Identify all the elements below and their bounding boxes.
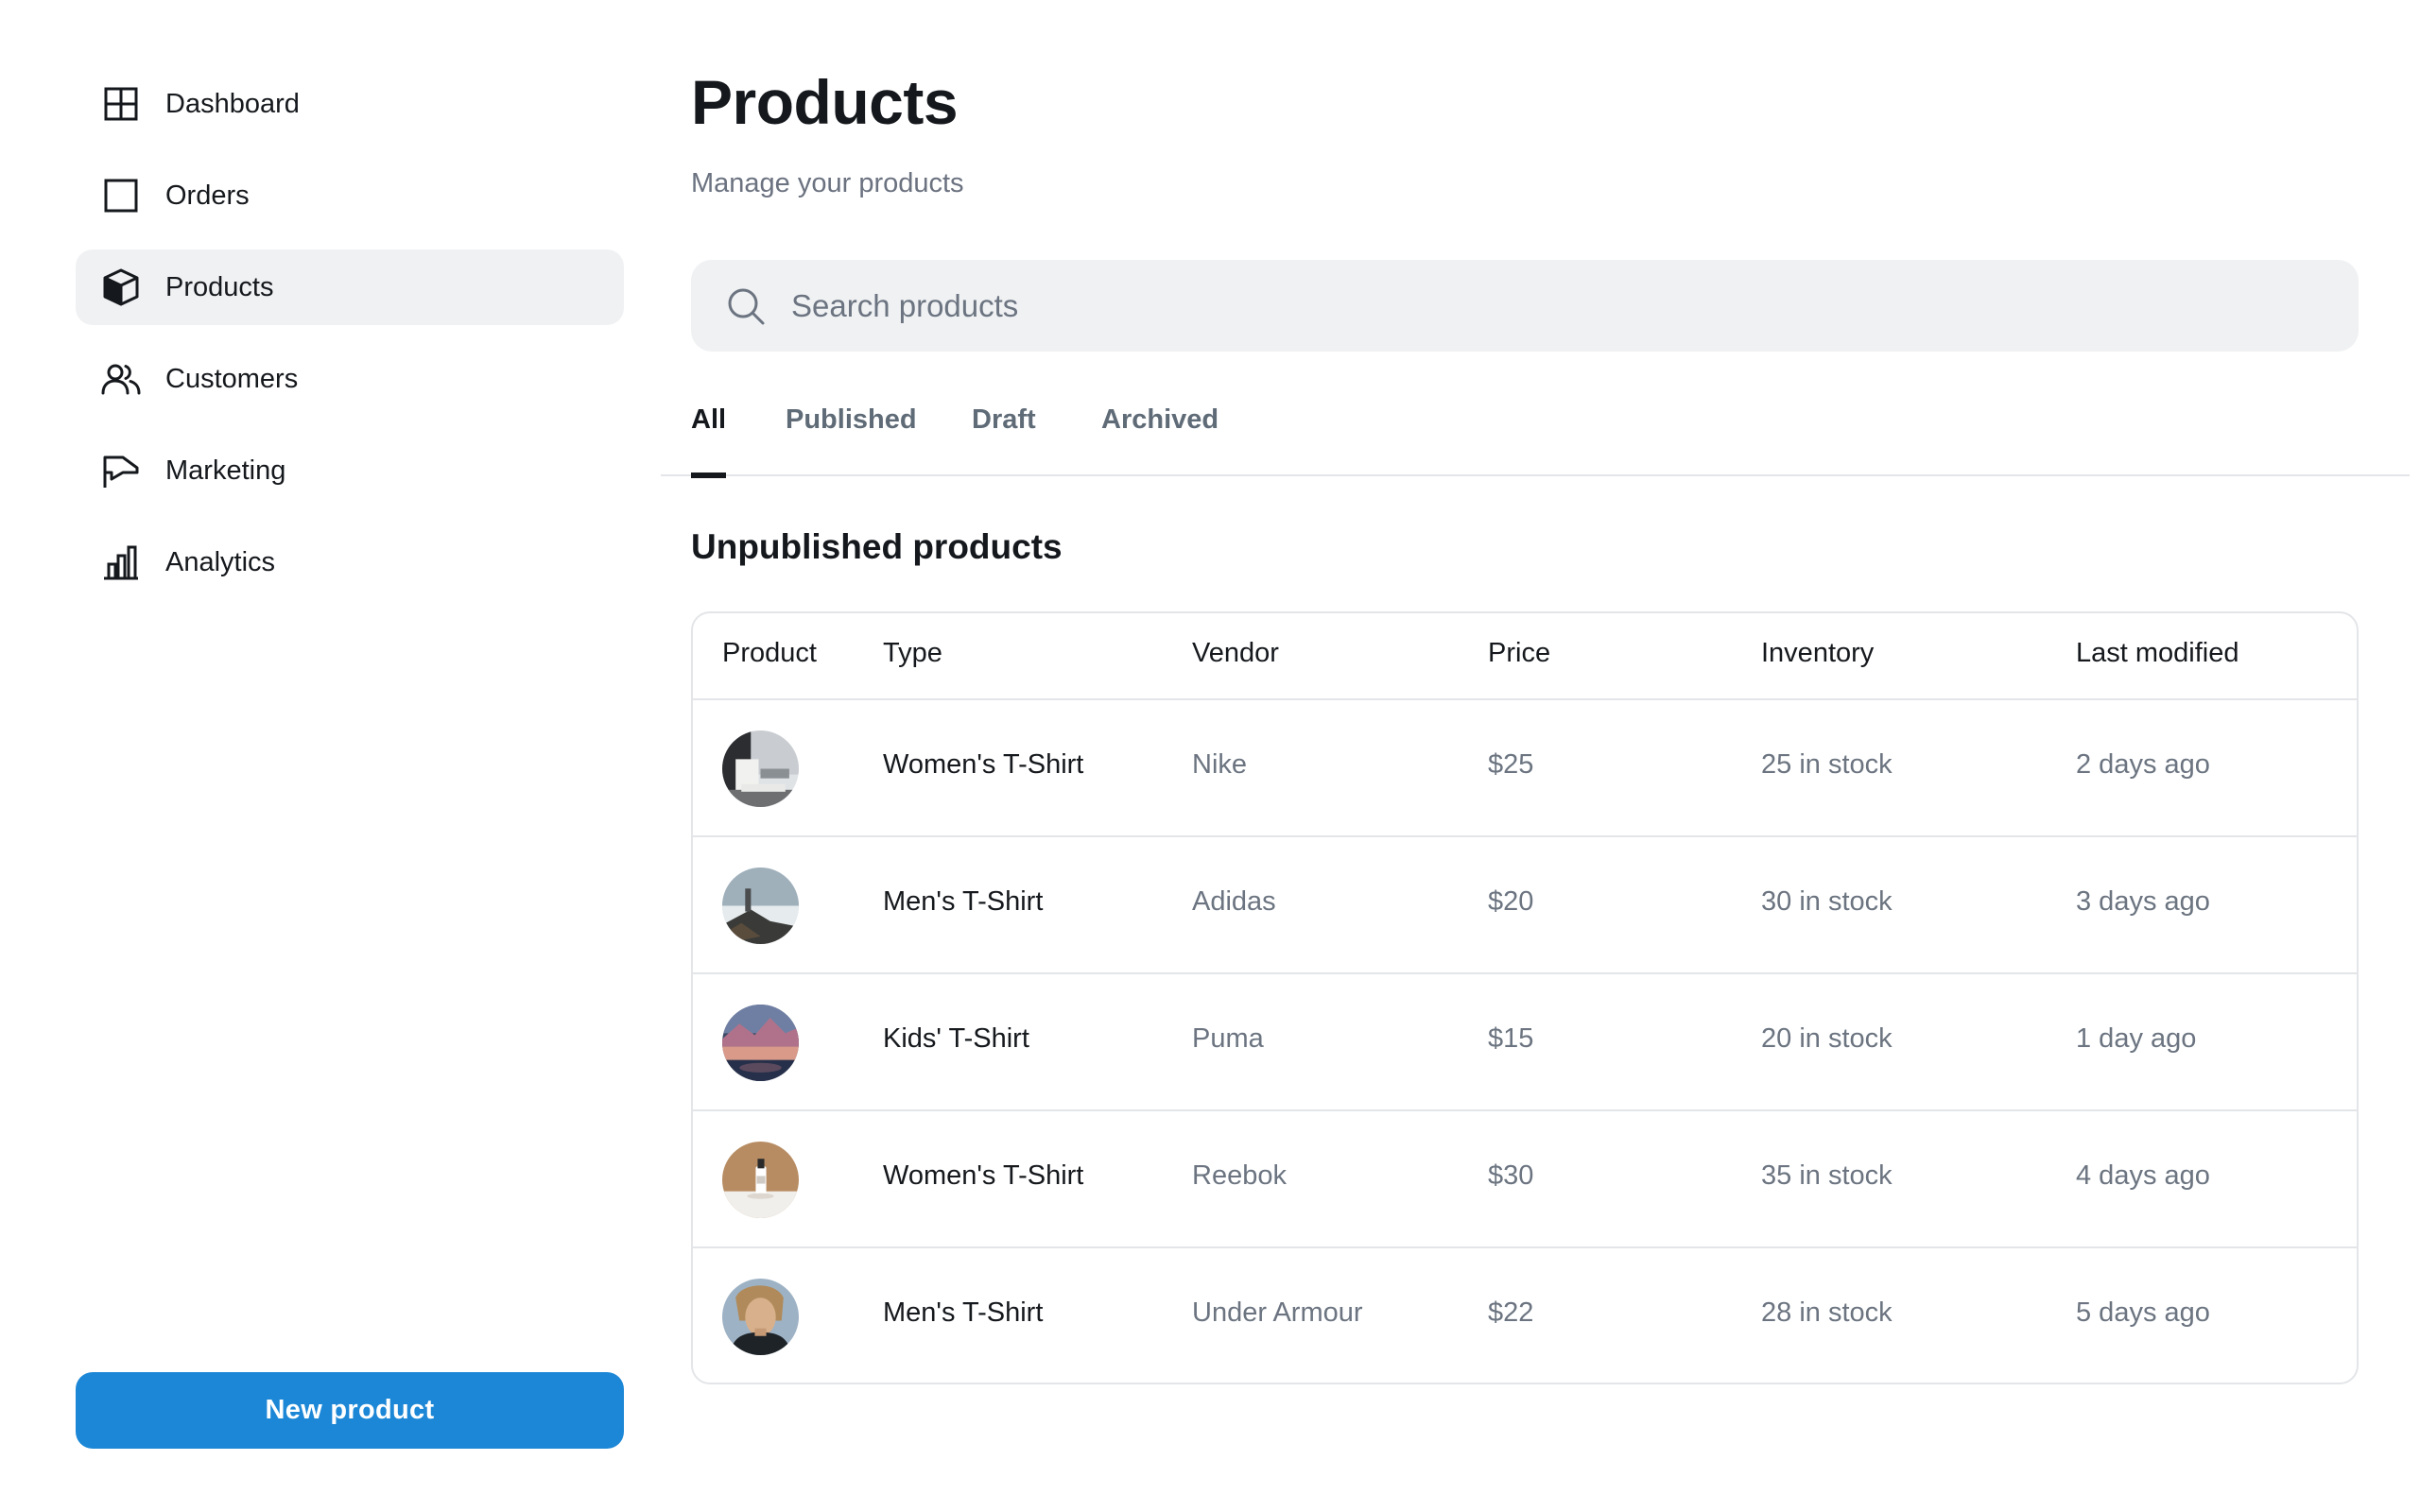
- tab-all[interactable]: All: [691, 404, 727, 478]
- product-vendor: Puma: [1192, 1023, 1264, 1054]
- megaphone-icon: [100, 450, 142, 491]
- sidebar-item-label: Customers: [165, 363, 299, 394]
- tab-archived[interactable]: Archived: [1101, 404, 1219, 476]
- sidebar-item-label: Marketing: [165, 455, 286, 486]
- tab-bar: All Published Draft Archived: [661, 404, 2410, 478]
- sidebar-item-marketing[interactable]: Marketing: [76, 433, 624, 508]
- column-header-last-modified[interactable]: Last modified: [2076, 638, 2239, 669]
- product-vendor: Reebok: [1192, 1160, 1287, 1191]
- product-thumbnail[interactable]: [722, 730, 799, 807]
- search-bar[interactable]: [691, 260, 2359, 352]
- sidebar-item-products[interactable]: Products: [76, 249, 624, 325]
- product-price: $22: [1488, 1297, 1534, 1328]
- product-type: Women's T-Shirt: [883, 1160, 1084, 1191]
- column-header-product[interactable]: Product: [722, 638, 817, 669]
- product-last-modified: 5 days ago: [2076, 1297, 2210, 1328]
- column-header-vendor[interactable]: Vendor: [1192, 638, 1279, 669]
- product-vendor: Under Armour: [1192, 1297, 1363, 1328]
- product-inventory: 20 in stock: [1761, 1023, 1893, 1054]
- sidebar-item-customers[interactable]: Customers: [76, 341, 624, 417]
- sidebar-item-dashboard[interactable]: Dashboard: [76, 66, 624, 142]
- table-row[interactable]: Men's T-Shirt Adidas $20 30 in stock 3 d…: [693, 837, 2357, 974]
- table-row[interactable]: Kids' T-Shirt Puma $15 20 in stock 1 day…: [693, 974, 2357, 1111]
- square-icon: [100, 175, 142, 216]
- page-subtitle: Manage your products: [691, 168, 964, 198]
- products-table: Product Type Vendor Price Inventory Last…: [691, 611, 2359, 1384]
- product-price: $15: [1488, 1023, 1534, 1054]
- sidebar-item-label: Analytics: [165, 546, 276, 577]
- product-thumbnail[interactable]: [722, 868, 799, 944]
- bar-chart-icon: [100, 541, 142, 583]
- tab-published[interactable]: Published: [786, 404, 917, 476]
- product-vendor: Nike: [1192, 749, 1248, 780]
- app-root: Dashboard Orders Products Customers Mark…: [0, 0, 2420, 1512]
- product-inventory: 28 in stock: [1761, 1297, 1893, 1328]
- dashboard-grid-icon: [100, 83, 142, 125]
- product-inventory: 25 in stock: [1761, 749, 1893, 780]
- sidebar-item-analytics[interactable]: Analytics: [76, 524, 624, 600]
- table-row[interactable]: Men's T-Shirt Under Armour $22 28 in sto…: [693, 1248, 2357, 1383]
- search-icon: [728, 288, 765, 324]
- column-header-type[interactable]: Type: [883, 638, 942, 669]
- section-title: Unpublished products: [691, 527, 1063, 566]
- users-icon: [100, 358, 142, 400]
- product-last-modified: 3 days ago: [2076, 886, 2210, 917]
- product-last-modified: 4 days ago: [2076, 1160, 2210, 1191]
- product-type: Women's T-Shirt: [883, 749, 1084, 780]
- product-last-modified: 1 day ago: [2076, 1023, 2197, 1054]
- product-thumbnail[interactable]: [722, 1142, 799, 1218]
- product-type: Men's T-Shirt: [883, 886, 1044, 917]
- product-price: $30: [1488, 1160, 1534, 1191]
- new-product-button[interactable]: New product: [76, 1372, 624, 1449]
- product-type: Men's T-Shirt: [883, 1297, 1044, 1328]
- page-title: Products: [691, 67, 959, 137]
- product-vendor: Adidas: [1192, 886, 1276, 917]
- sidebar: Dashboard Orders Products Customers Mark…: [76, 66, 624, 616]
- product-thumbnail[interactable]: [722, 1005, 799, 1081]
- column-header-price[interactable]: Price: [1488, 638, 1550, 669]
- sidebar-item-label: Products: [165, 271, 274, 302]
- product-inventory: 35 in stock: [1761, 1160, 1893, 1191]
- product-last-modified: 2 days ago: [2076, 749, 2210, 780]
- product-price: $20: [1488, 886, 1534, 917]
- product-type: Kids' T-Shirt: [883, 1023, 1029, 1054]
- sidebar-item-label: Orders: [165, 180, 250, 211]
- table-row[interactable]: Women's T-Shirt Reebok $30 35 in stock 4…: [693, 1111, 2357, 1248]
- product-thumbnail[interactable]: [722, 1279, 799, 1355]
- sidebar-item-orders[interactable]: Orders: [76, 158, 624, 233]
- search-input[interactable]: [791, 287, 2209, 324]
- box-icon: [100, 266, 142, 308]
- product-price: $25: [1488, 749, 1534, 780]
- tab-draft[interactable]: Draft: [972, 404, 1036, 476]
- column-header-inventory[interactable]: Inventory: [1761, 638, 1874, 669]
- sidebar-item-label: Dashboard: [165, 88, 300, 119]
- table-header: Product Type Vendor Price Inventory Last…: [693, 613, 2357, 700]
- product-inventory: 30 in stock: [1761, 886, 1893, 917]
- table-row[interactable]: Women's T-Shirt Nike $25 25 in stock 2 d…: [693, 700, 2357, 837]
